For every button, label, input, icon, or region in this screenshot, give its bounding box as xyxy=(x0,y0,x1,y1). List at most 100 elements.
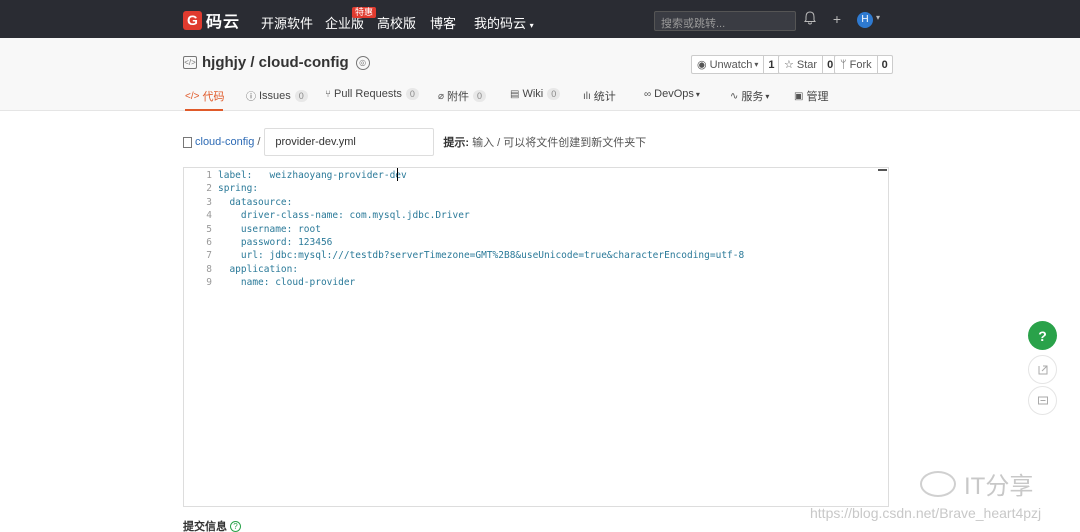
help-button[interactable]: ? xyxy=(1028,321,1057,350)
tab-issues[interactable]: ⓘ Issues 0 xyxy=(246,88,308,103)
manage-icon: ▣ xyxy=(794,90,804,102)
devops-icon: ∞ xyxy=(644,88,652,100)
tab-manage[interactable]: ▣ 管理 xyxy=(794,88,828,104)
chevron-down-icon: ▾ xyxy=(754,60,759,69)
watch-count[interactable]: 1 xyxy=(764,59,778,71)
code-text[interactable]: username: root xyxy=(218,223,321,236)
chevron-down-icon[interactable]: ▾ xyxy=(876,13,880,22)
filename-input[interactable]: provider-dev.yml xyxy=(264,128,435,156)
tab-services[interactable]: ∿ 服务 ▾ xyxy=(730,88,769,104)
gitee-logo[interactable]: G 码云 xyxy=(183,10,241,31)
tab-stats[interactable]: ılı 统计 xyxy=(583,88,616,104)
tab-attachments-label: 附件 xyxy=(447,91,470,103)
avatar[interactable]: H xyxy=(857,12,873,28)
nav-my-gitee[interactable]: 我的码云 ▾ xyxy=(474,13,534,32)
code-line[interactable]: 8 application: xyxy=(184,263,888,276)
code-line[interactable]: 6 password: 123456 xyxy=(184,236,888,249)
code-editor[interactable]: 1 label: weizhaoyang-provider-dev 2 spring:… xyxy=(183,167,889,507)
code-line[interactable]: 3 datasource: xyxy=(184,196,888,209)
wechat-icon xyxy=(920,470,956,497)
watermark-logo: IT分享 xyxy=(920,466,1033,501)
commit-message-text: 提交信息 xyxy=(183,521,227,532)
code-text[interactable]: label: weizhaoyang-provider-dev xyxy=(218,169,407,182)
eye-icon: ◉ xyxy=(697,59,707,71)
repo-root-link[interactable]: cloud-config xyxy=(183,136,254,148)
watermark-brand: IT分享 xyxy=(964,473,1034,500)
code-icon: </> xyxy=(185,90,200,102)
code-line[interactable]: 2 spring: xyxy=(184,182,888,195)
chevron-down-icon: ▾ xyxy=(695,89,700,99)
code-line[interactable]: 4 driver-class-name: com.mysql.jdbc.Driv… xyxy=(184,209,888,222)
star-button[interactable]: ☆ Star 0 xyxy=(778,55,839,74)
tab-devops-label: DevOps xyxy=(654,88,694,100)
tab-issues-label: Issues xyxy=(259,89,291,102)
plus-icon[interactable]: + xyxy=(829,11,845,27)
line-number: 8 xyxy=(206,263,212,275)
tab-pull-requests[interactable]: ⑂ Pull Requests 0 xyxy=(325,88,419,100)
code-text[interactable]: spring: xyxy=(218,182,258,195)
code-text[interactable]: url: jdbc:mysql:///testdb?serverTimezone… xyxy=(218,249,744,262)
editor-scrollbar[interactable] xyxy=(878,169,887,171)
code-text[interactable]: name: cloud-provider xyxy=(218,276,355,289)
fork-button[interactable]: ᛘ Fork 0 xyxy=(834,55,893,74)
repo-name[interactable]: hjghjy / cloud-config xyxy=(202,54,349,71)
tab-pull-requests-count: 0 xyxy=(405,88,419,100)
line-number: 9 xyxy=(206,277,212,289)
share-button[interactable] xyxy=(1028,355,1057,384)
repo-title: </> hjghjy / cloud-config ◎ xyxy=(183,54,370,71)
feedback-button[interactable] xyxy=(1028,386,1057,415)
line-number: 1 xyxy=(206,170,212,181)
issue-icon: ⓘ xyxy=(246,92,256,103)
nav-open-source[interactable]: 开源软件 xyxy=(261,13,313,32)
hint-label: 提示: xyxy=(443,137,470,149)
tab-wiki-label: Wiki xyxy=(522,88,544,100)
pull-request-icon: ⑂ xyxy=(325,88,331,100)
unwatch-button[interactable]: ◉ Unwatch ▾ 1 xyxy=(691,55,780,74)
tab-issues-count: 0 xyxy=(294,89,308,102)
chevron-down-icon: ▾ xyxy=(529,21,534,30)
repo-header: </> hjghjy / cloud-config ◎ ◉ Unwatch ▾ 1 … xyxy=(0,38,1080,111)
badge-icon: ◎ xyxy=(355,55,370,70)
logo-mark: G xyxy=(183,10,202,30)
nav-university[interactable]: 高校版 xyxy=(377,13,416,32)
tab-wiki[interactable]: ▤ Wiki 0 xyxy=(510,88,561,100)
code-line[interactable]: 5 username: root xyxy=(184,223,888,236)
search-input[interactable]: 搜索或跳转... xyxy=(654,11,796,31)
file-icon xyxy=(183,136,192,148)
tab-stats-label: 统计 xyxy=(593,91,616,103)
watermark-url: https://blog.csdn.net/Brave_heart4pzj xyxy=(810,505,1042,521)
code-text[interactable]: driver-class-name: com.mysql.jdbc.Driver xyxy=(218,209,470,222)
hint-text: 输入 / 可以将文件创建到新文件夹下 xyxy=(472,137,647,149)
repo-root-label: cloud-config xyxy=(195,136,255,148)
comment-icon xyxy=(1037,396,1048,404)
share-icon xyxy=(1038,365,1047,374)
line-number: 3 xyxy=(206,196,212,208)
code-text[interactable]: application: xyxy=(218,263,298,276)
file-path-row: cloud-config / provider-dev.yml 提示: 输入 /… xyxy=(183,128,646,156)
top-navbar: G 码云 开源软件 企业版 特惠 高校版 博客 我的码云 ▾ 搜索或跳转... … xyxy=(0,0,1080,38)
fork-count[interactable]: 0 xyxy=(878,59,892,71)
tab-code[interactable]: </> 代码 xyxy=(185,88,224,104)
bell-icon[interactable] xyxy=(802,11,818,27)
line-number: 6 xyxy=(206,237,212,248)
tab-attachments[interactable]: ⌀ 附件 0 xyxy=(438,88,487,104)
logo-text: 码云 xyxy=(206,14,241,31)
tab-wiki-count: 0 xyxy=(547,88,561,100)
fork-icon: ᛘ xyxy=(840,58,847,71)
question-icon[interactable]: ? xyxy=(230,520,241,532)
code-text[interactable]: datasource: xyxy=(218,196,292,209)
code-text[interactable]: password: 123456 xyxy=(218,236,333,249)
line-number: 2 xyxy=(206,183,212,195)
tab-manage-label: 管理 xyxy=(806,91,829,103)
text-cursor xyxy=(397,168,398,181)
path-hint: 提示: 输入 / 可以将文件创建到新文件夹下 xyxy=(443,134,646,150)
nav-blog[interactable]: 博客 xyxy=(430,13,456,32)
tab-devops[interactable]: ∞ DevOps ▾ xyxy=(644,88,700,100)
service-icon: ∿ xyxy=(730,90,739,102)
code-line[interactable]: 1 label: weizhaoyang-provider-dev xyxy=(184,169,888,182)
unwatch-label: Unwatch xyxy=(709,58,753,71)
commit-message-label: 提交信息 ? xyxy=(183,518,241,532)
star-icon: ☆ xyxy=(784,59,794,71)
code-line[interactable]: 7 url: jdbc:mysql:///testdb?serverTimezo… xyxy=(184,249,888,262)
code-line[interactable]: 9 name: cloud-provider xyxy=(184,276,888,289)
